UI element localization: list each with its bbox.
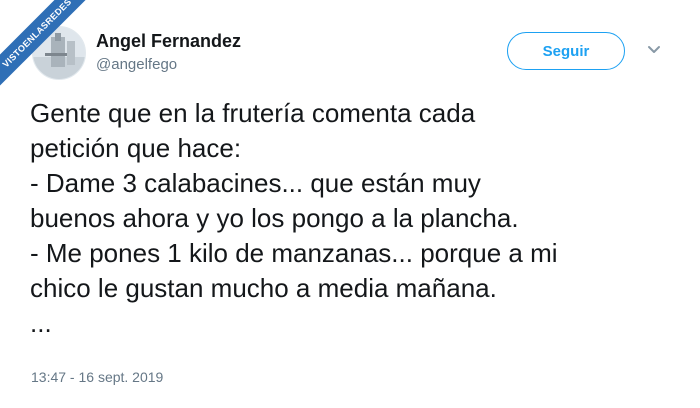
author-handle[interactable]: @angelfego <box>96 56 177 73</box>
follow-button-label: Seguir <box>542 42 590 60</box>
tweet-card: VISTOENLASREDES Angel Fernandez @angelfe… <box>0 0 700 408</box>
tweet-line: - Me pones 1 kilo de manzanas... porque … <box>30 238 558 268</box>
tweet-line: - Dame 3 calabacines... que están muy <box>30 168 481 198</box>
tweet-line: chico le gustan mucho a media mañana. <box>30 273 497 303</box>
tweet-text: Gente que en la frutería comenta cada pe… <box>30 96 685 341</box>
tweet-line: petición que hace: <box>30 133 242 163</box>
tweet-timestamp[interactable]: 13:47 - 16 sept. 2019 <box>31 369 163 385</box>
author-name[interactable]: Angel Fernandez <box>96 31 241 52</box>
chevron-down-icon[interactable] <box>646 44 662 56</box>
tweet-line: buenos ahora y yo los pongo a la plancha… <box>30 203 519 233</box>
tweet-line: ... <box>30 308 52 338</box>
follow-button[interactable]: Seguir <box>507 32 625 70</box>
tweet-line: Gente que en la frutería comenta cada <box>30 98 476 128</box>
